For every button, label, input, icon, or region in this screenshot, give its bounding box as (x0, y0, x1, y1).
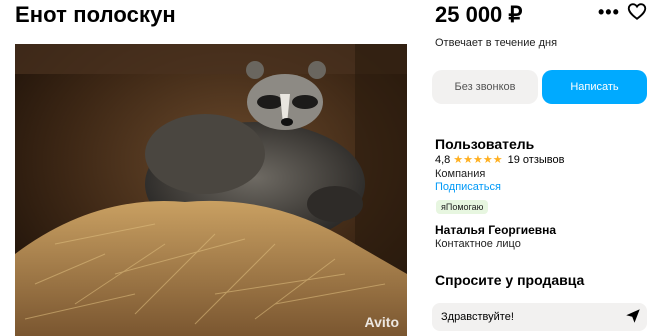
listing-photo[interactable]: Avito (15, 44, 407, 336)
reviews-count[interactable]: 19 отзывов (508, 154, 565, 166)
contact-person-name: Наталья Георгиевна (435, 223, 557, 237)
rating-value: 4,8 (435, 153, 451, 166)
ask-seller-title: Спросите у продавца (435, 272, 585, 288)
raccoon-photo-image (15, 44, 407, 336)
seller-type: Компания (435, 168, 486, 180)
listing-title: Енот полоскун (15, 2, 176, 27)
seller-rating[interactable]: 4,8 ★★★★★ 19 отзывов (435, 153, 565, 167)
reply-time-text: Отвечает в течение дня (435, 37, 558, 49)
listing-price: 25 000 ₽ (435, 2, 523, 27)
heart-icon[interactable] (626, 0, 648, 27)
avito-watermark: Avito (364, 314, 399, 330)
seller-name-link[interactable]: Пользователь (435, 136, 534, 152)
contact-person-role: Контактное лицо (435, 238, 521, 250)
ya-pomogayu-badge[interactable]: яПомогаю (436, 200, 489, 214)
subscribe-link[interactable]: Подписаться (435, 181, 501, 193)
no-calls-button[interactable]: Без звонков (432, 70, 538, 104)
send-icon[interactable] (624, 307, 642, 325)
write-message-button[interactable]: Написать (542, 70, 647, 104)
star-icon: ★★★★★ (453, 154, 503, 166)
more-dots-icon[interactable]: ••• (598, 2, 620, 23)
message-input[interactable] (432, 303, 647, 331)
